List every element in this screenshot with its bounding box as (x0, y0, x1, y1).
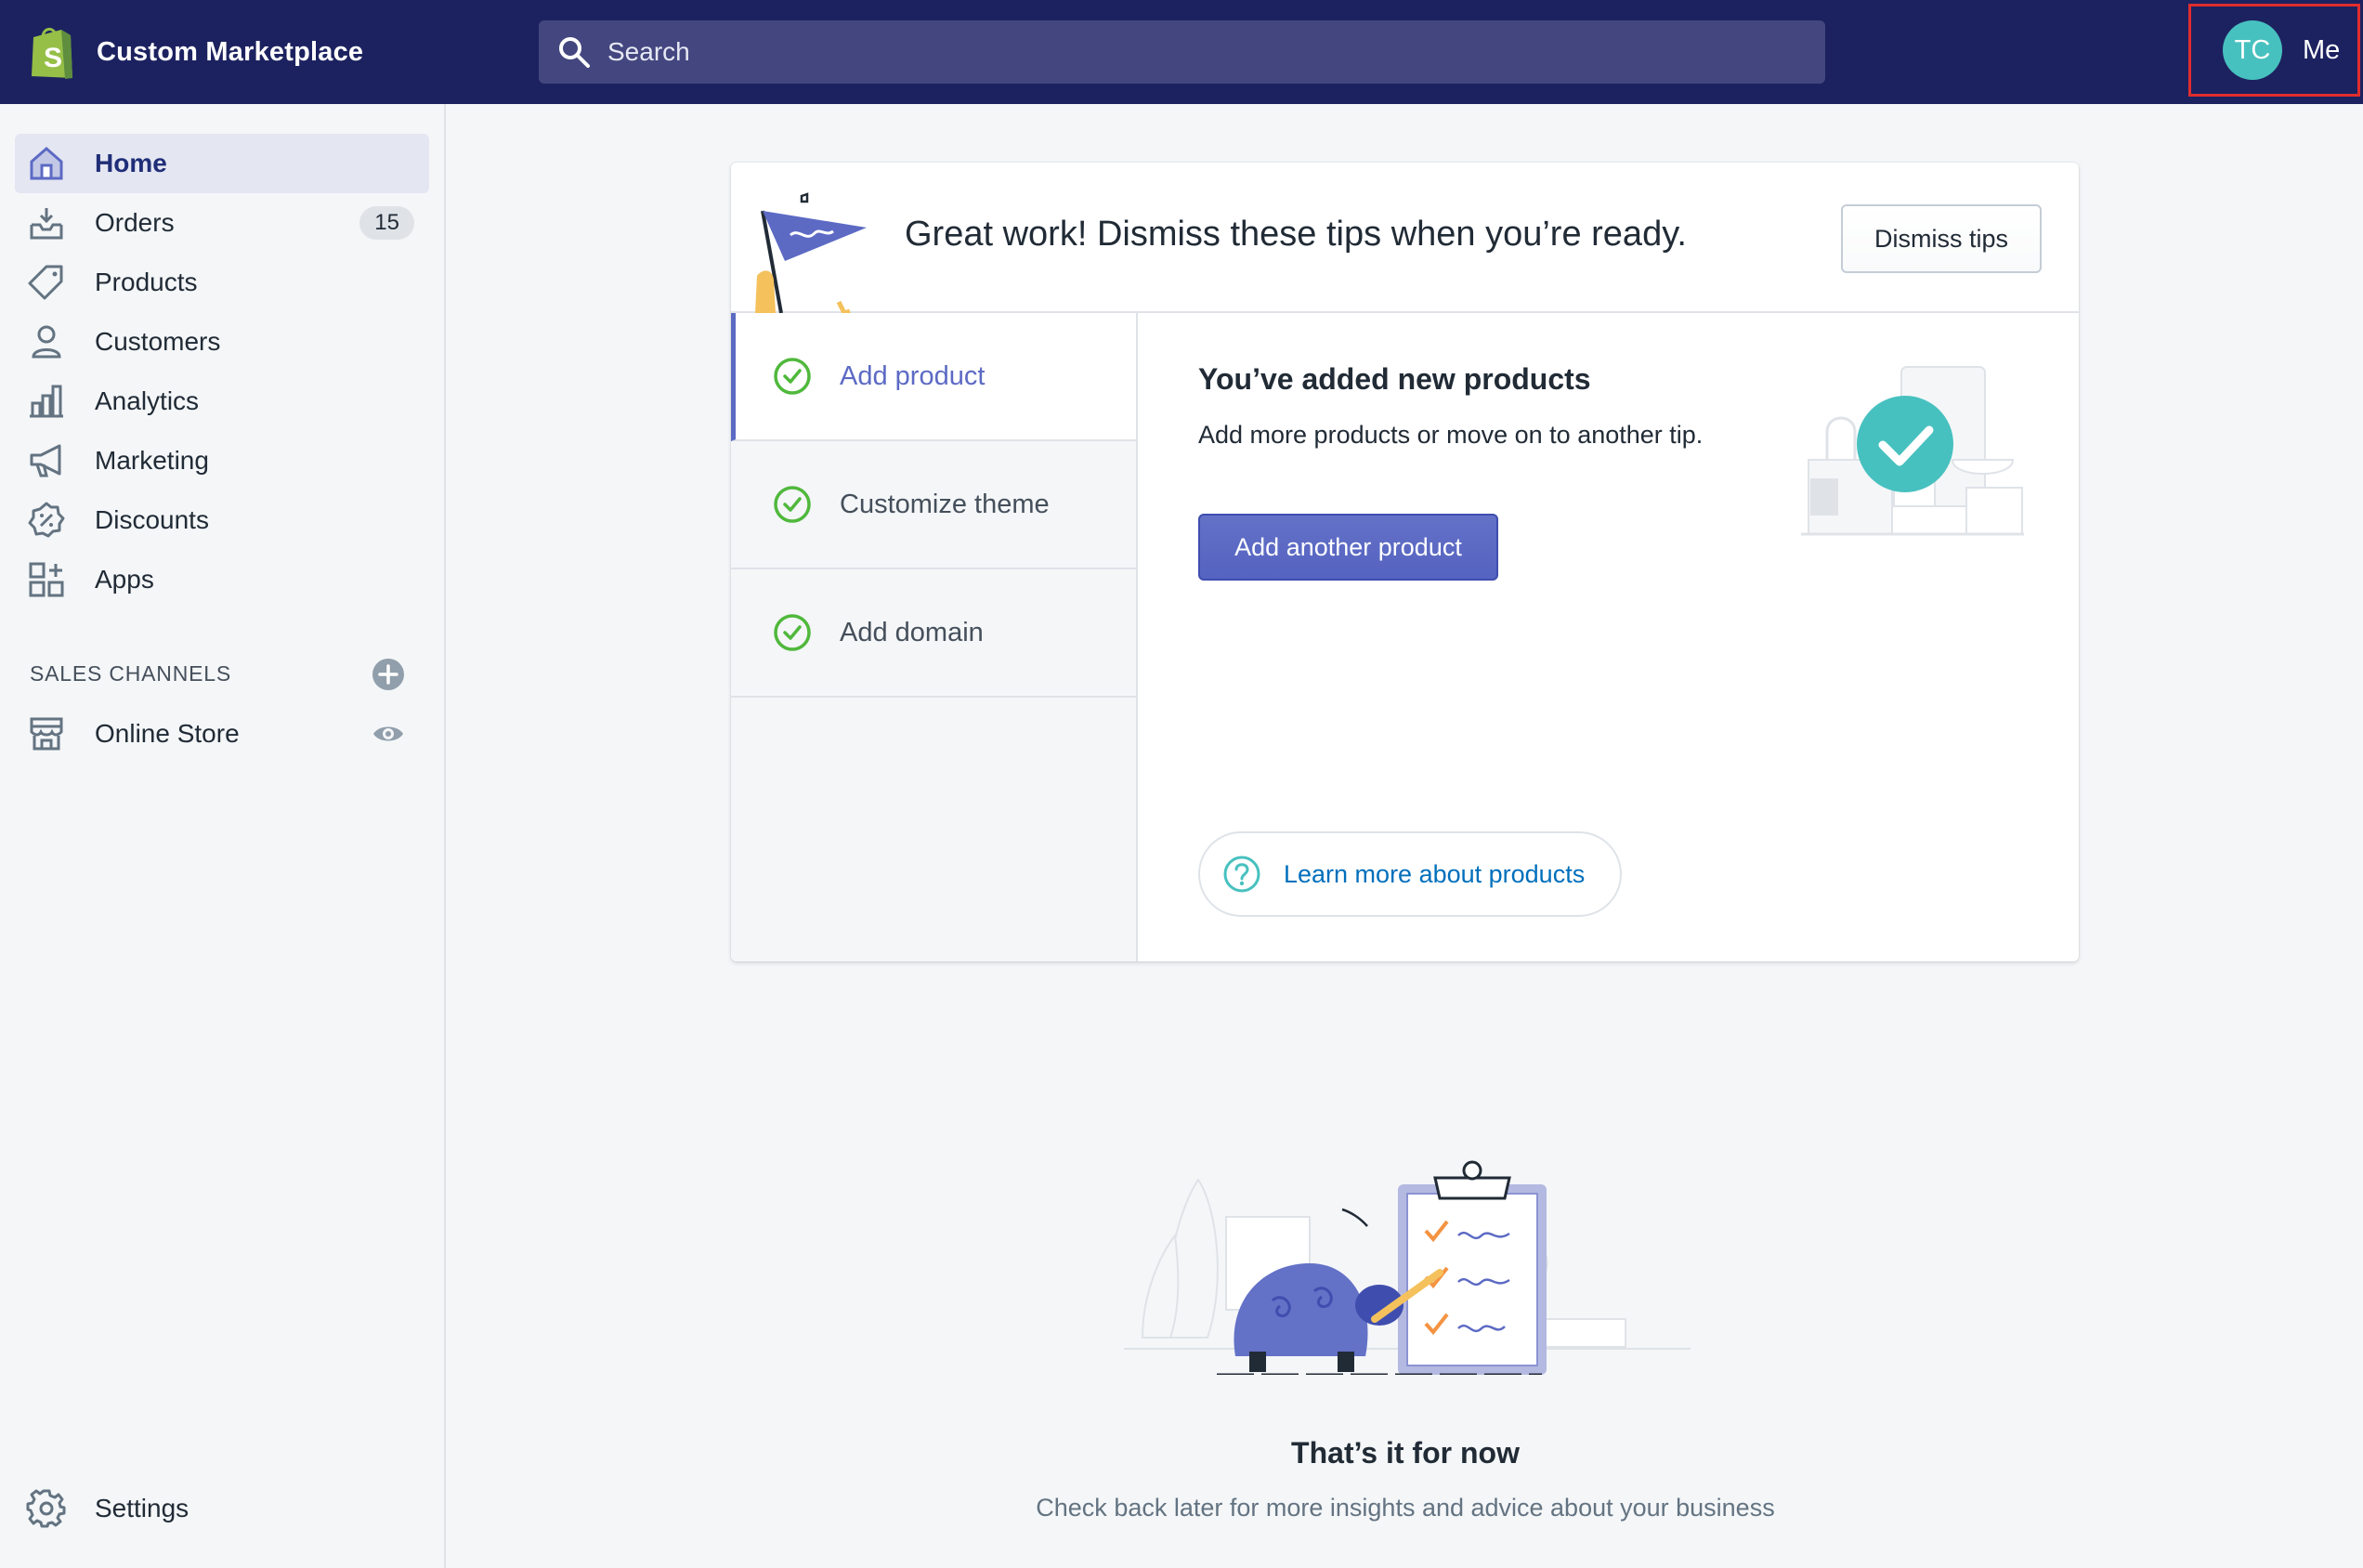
search-icon (559, 37, 590, 68)
dismiss-tips-button[interactable]: Dismiss tips (1841, 204, 2042, 273)
tab-add-product[interactable]: Add product (731, 313, 1136, 441)
sidebar-item-label: Home (95, 149, 167, 177)
apps-icon (26, 559, 67, 600)
tips-title: Great work! Dismiss these tips when you’… (905, 215, 1687, 254)
tip-description: Add more products or move on to another … (1198, 421, 1704, 449)
sidebar-item-label: Customers (95, 327, 221, 356)
search-input[interactable] (607, 37, 1722, 67)
empty-state-title: That’s it for now (1291, 1436, 1520, 1470)
add-sales-channel-icon[interactable] (372, 658, 405, 691)
tips-tab-list: Add product Customize theme Add domain (731, 313, 1138, 961)
products-success-illustration-icon (1801, 366, 2024, 536)
sidebar-item-settings[interactable]: Settings (15, 1479, 429, 1538)
store-icon (26, 713, 67, 754)
person-icon (26, 321, 67, 362)
top-bar: S Custom Marketplace TC Me (0, 0, 2363, 104)
tips-card-header: Great work! Dismiss these tips when you’… (731, 163, 2079, 313)
empty-state-text: Check back later for more insights and a… (1036, 1494, 1775, 1522)
megaphone-icon (26, 440, 67, 481)
learn-more-label: Learn more about products (1284, 859, 1586, 888)
sidebar-item-label: Products (95, 268, 198, 296)
discount-icon (26, 500, 67, 541)
tab-customize-theme[interactable]: Customize theme (731, 441, 1136, 569)
help-circle-icon (1223, 856, 1260, 893)
sidebar-item-discounts[interactable]: Discounts (15, 490, 429, 550)
sidebar-item-analytics[interactable]: Analytics (15, 372, 429, 431)
tab-label: Add product (840, 360, 986, 391)
sidebar-item-label: Orders (95, 208, 175, 237)
sidebar-item-products[interactable]: Products (15, 253, 429, 312)
avatar: TC (2223, 20, 2282, 80)
sidebar-item-marketing[interactable]: Marketing (15, 431, 429, 490)
tip-heading: You’ve added new products (1198, 362, 1591, 396)
sidebar-item-apps[interactable]: Apps (15, 550, 429, 609)
bar-chart-icon (26, 381, 67, 422)
turtle-clipboard-illustration-icon (1124, 1160, 1691, 1375)
eye-icon[interactable] (372, 717, 405, 751)
sidebar-item-label: Marketing (95, 446, 209, 475)
sidebar-item-online-store[interactable]: Online Store (15, 704, 429, 764)
check-circle-icon (774, 486, 811, 523)
sidebar: Home Orders 15 Products Customers Analyt… (0, 104, 446, 1568)
svg-text:S: S (44, 43, 62, 73)
tips-card: Great work! Dismiss these tips when you’… (731, 163, 2079, 961)
flag-illustration-icon (755, 192, 867, 313)
tag-icon (26, 262, 67, 303)
orders-count-badge: 15 (359, 206, 414, 240)
sidebar-item-orders[interactable]: Orders 15 (15, 193, 429, 253)
store-name: Custom Marketplace (97, 36, 364, 67)
sidebar-item-label: Discounts (95, 505, 209, 534)
learn-more-products-link[interactable]: Learn more about products (1198, 831, 1622, 917)
search-bar[interactable] (539, 20, 1825, 84)
sidebar-item-customers[interactable]: Customers (15, 312, 429, 372)
tab-label: Add domain (840, 617, 984, 647)
home-icon (26, 143, 67, 184)
gear-icon (26, 1488, 67, 1529)
store-brand[interactable]: S Custom Marketplace (26, 22, 363, 82)
tab-label: Customize theme (840, 489, 1050, 519)
account-menu[interactable]: TC Me (2188, 4, 2360, 97)
sales-channels-heading: SALES CHANNELS (30, 661, 231, 686)
add-another-product-button[interactable]: Add another product (1198, 514, 1498, 581)
check-circle-icon (774, 358, 811, 395)
sidebar-item-label: Apps (95, 565, 154, 594)
account-label: Me (2303, 34, 2341, 65)
shopify-logo-icon: S (32, 28, 72, 79)
sidebar-item-label: Settings (95, 1494, 189, 1522)
tab-add-domain[interactable]: Add domain (731, 569, 1136, 698)
sidebar-item-label: Analytics (95, 386, 200, 415)
sidebar-item-label: Online Store (95, 719, 240, 748)
check-circle-icon (774, 614, 811, 651)
sidebar-item-home[interactable]: Home (15, 134, 429, 193)
orders-icon (26, 203, 67, 243)
